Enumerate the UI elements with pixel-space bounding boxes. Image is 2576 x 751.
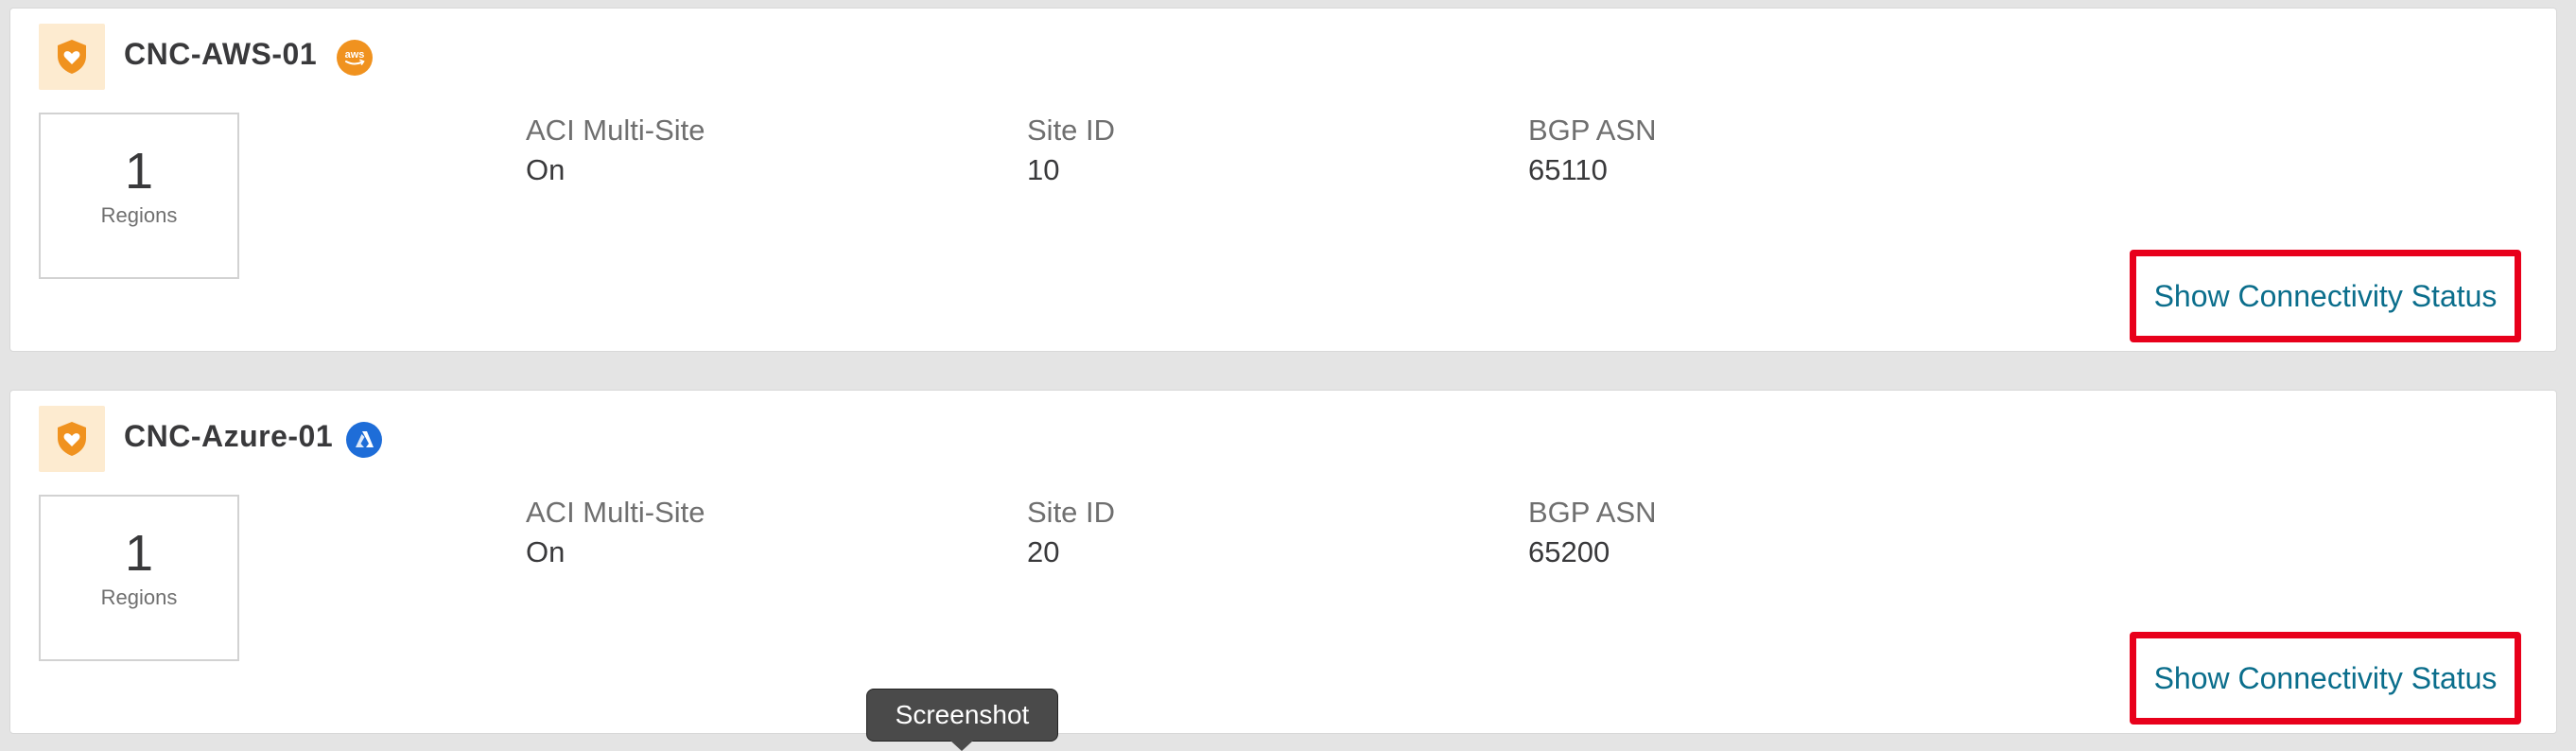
show-connectivity-status-link[interactable]: Show Connectivity Status: [2154, 279, 2498, 314]
site-id-field: Site ID 20: [1027, 495, 1115, 570]
screenshot-tooltip: Screenshot: [866, 689, 1058, 742]
field-value: 65200: [1528, 535, 1610, 568]
site-name: CNC-AWS-01: [124, 37, 318, 71]
field-value: 65110: [1528, 153, 1608, 186]
field-value: On: [526, 535, 566, 568]
show-connectivity-status-link[interactable]: Show Connectivity Status: [2154, 661, 2498, 696]
highlight-box: Show Connectivity Status: [2130, 250, 2521, 342]
regions-label: Regions: [100, 585, 178, 609]
azure-icon: [346, 422, 382, 458]
tooltip-arrow: [950, 741, 973, 751]
aws-icon: aws: [337, 40, 373, 76]
aci-multisite-field: ACI Multi-Site On: [526, 113, 705, 188]
field-value: On: [526, 153, 566, 186]
site-id-field: Site ID 10: [1027, 113, 1115, 188]
field-label: ACI Multi-Site: [526, 114, 705, 147]
regions-count: 1: [124, 143, 154, 200]
regions-label: Regions: [100, 203, 178, 227]
regions-summary: 1 Regions: [39, 113, 239, 279]
field-label: ACI Multi-Site: [526, 496, 705, 529]
svg-text:aws: aws: [345, 49, 365, 61]
site-card-aws: CNC-AWS-01 aws 1 Regions ACI Multi-Site …: [9, 8, 2557, 352]
site-name: CNC-Azure-01: [124, 419, 334, 453]
bgp-asn-field: BGP ASN 65200: [1528, 495, 1657, 570]
regions-count: 1: [124, 525, 154, 582]
regions-summary: 1 Regions: [39, 495, 239, 661]
field-value: 10: [1027, 153, 1060, 186]
site-card-azure: CNC-Azure-01 1 Regions ACI Multi-Site On…: [9, 390, 2557, 734]
field-label: BGP ASN: [1528, 496, 1657, 529]
site-shield-icon: [39, 24, 105, 90]
highlight-box: Show Connectivity Status: [2130, 632, 2521, 725]
aci-multisite-field: ACI Multi-Site On: [526, 495, 705, 570]
bgp-asn-field: BGP ASN 65110: [1528, 113, 1657, 188]
field-value: 20: [1027, 535, 1060, 568]
site-shield-icon: [39, 406, 105, 472]
field-label: BGP ASN: [1528, 114, 1657, 147]
field-label: Site ID: [1027, 114, 1116, 147]
field-label: Site ID: [1027, 496, 1116, 529]
